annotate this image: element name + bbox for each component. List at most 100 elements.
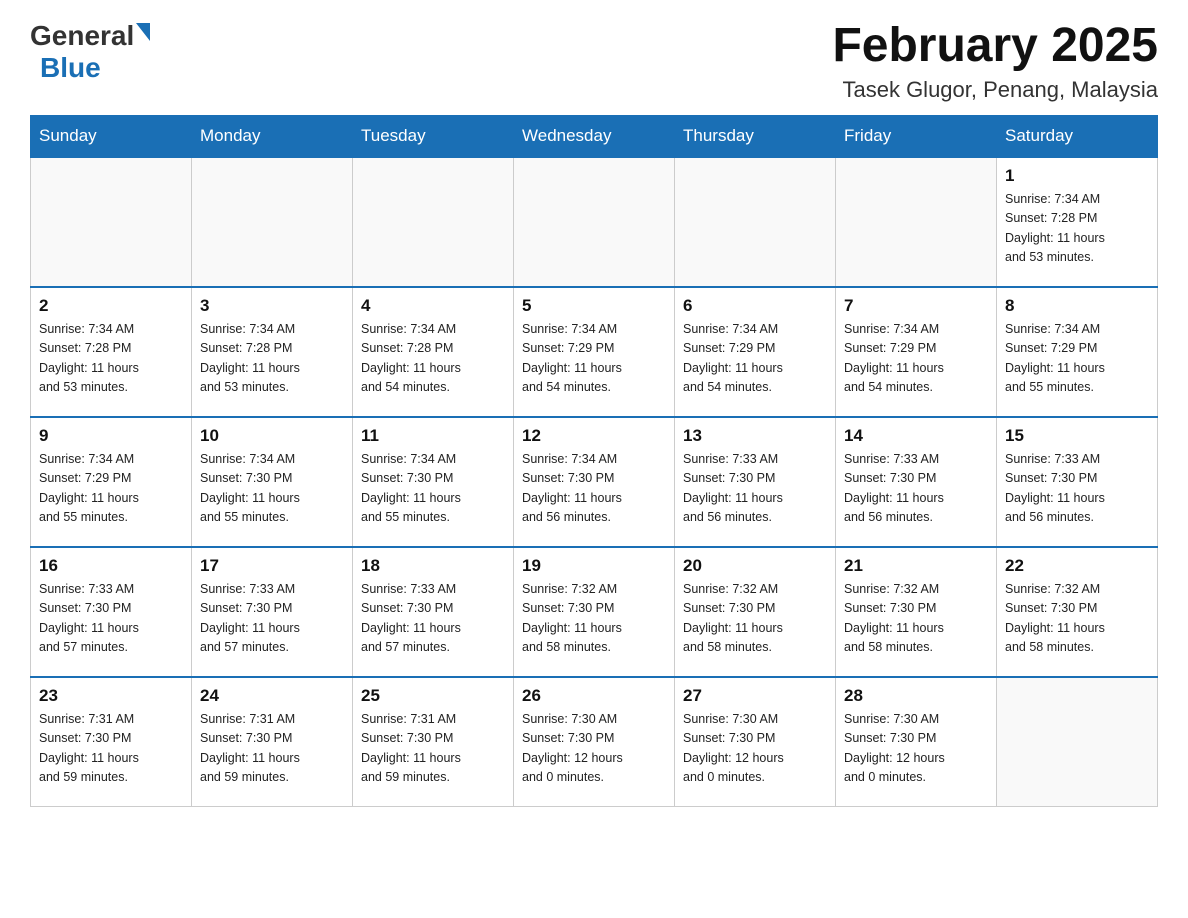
calendar-cell: 15 Sunrise: 7:33 AMSunset: 7:30 PMDayligh… [997,417,1158,547]
calendar-cell: 19 Sunrise: 7:32 AMSunset: 7:30 PMDayligh… [514,547,675,677]
calendar-cell: 11 Sunrise: 7:34 AMSunset: 7:30 PMDayligh… [353,417,514,547]
day-info: Sunrise: 7:34 AMSunset: 7:30 PMDaylight:… [361,450,505,528]
calendar-week-row: 9Sunrise: 7:34 AMSunset: 7:29 PMDaylight… [31,417,1158,547]
weekday-header: Wednesday [514,115,675,157]
logo-triangle-icon [136,23,150,41]
day-number: 16 [39,556,183,576]
calendar-week-row: 1 Sunrise: 7:34 AMSunset: 7:28 PMDaylight… [31,157,1158,287]
weekday-header: Tuesday [353,115,514,157]
calendar-week-row: 2 Sunrise: 7:34 AMSunset: 7:28 PMDaylight… [31,287,1158,417]
day-number: 7 [844,296,988,316]
logo-general-text: General [30,20,134,52]
day-info: Sunrise: 7:34 AMSunset: 7:28 PMDaylight:… [200,320,344,398]
weekday-header: Friday [836,115,997,157]
calendar-cell [675,157,836,287]
day-info: Sunrise: 7:34 AMSunset: 7:28 PMDaylight:… [1005,190,1149,268]
day-number: 27 [683,686,827,706]
day-info: Sunrise: 7:33 AMSunset: 7:30 PMDaylight:… [361,580,505,658]
day-number: 1 [1005,166,1149,186]
day-info: Sunrise: 7:30 AMSunset: 7:30 PMDaylight:… [522,710,666,788]
day-number: 19 [522,556,666,576]
calendar-title: February 2025 [832,20,1158,73]
calendar-cell: 1 Sunrise: 7:34 AMSunset: 7:28 PMDaylight… [997,157,1158,287]
day-number: 12 [522,426,666,446]
day-number: 15 [1005,426,1149,446]
calendar-cell [192,157,353,287]
day-info: Sunrise: 7:33 AMSunset: 7:30 PMDaylight:… [683,450,827,528]
day-number: 26 [522,686,666,706]
calendar-cell [514,157,675,287]
day-info: Sunrise: 7:31 AMSunset: 7:30 PMDaylight:… [200,710,344,788]
calendar-cell: 7 Sunrise: 7:34 AMSunset: 7:29 PMDaylight… [836,287,997,417]
day-info: Sunrise: 7:30 AMSunset: 7:30 PMDaylight:… [683,710,827,788]
calendar-cell: 17 Sunrise: 7:33 AMSunset: 7:30 PMDayligh… [192,547,353,677]
calendar-cell [353,157,514,287]
day-info: Sunrise: 7:34 AMSunset: 7:29 PMDaylight:… [522,320,666,398]
weekday-header: Sunday [31,115,192,157]
day-info: Sunrise: 7:34 AMSunset: 7:28 PMDaylight:… [361,320,505,398]
day-info: Sunrise: 7:34 AMSunset: 7:30 PMDaylight:… [200,450,344,528]
calendar-cell: 3 Sunrise: 7:34 AMSunset: 7:28 PMDaylight… [192,287,353,417]
calendar-cell: 23Sunrise: 7:31 AMSunset: 7:30 PMDayligh… [31,677,192,807]
calendar-cell: 27 Sunrise: 7:30 AMSunset: 7:30 PMDayligh… [675,677,836,807]
day-number: 28 [844,686,988,706]
day-info: Sunrise: 7:34 AMSunset: 7:28 PMDaylight:… [39,320,183,398]
day-number: 6 [683,296,827,316]
day-number: 10 [200,426,344,446]
day-number: 25 [361,686,505,706]
weekday-header: Thursday [675,115,836,157]
day-info: Sunrise: 7:34 AMSunset: 7:29 PMDaylight:… [683,320,827,398]
calendar-cell: 2 Sunrise: 7:34 AMSunset: 7:28 PMDaylight… [31,287,192,417]
day-number: 13 [683,426,827,446]
day-number: 5 [522,296,666,316]
calendar-week-row: 16 Sunrise: 7:33 AMSunset: 7:30 PMDayligh… [31,547,1158,677]
day-info: Sunrise: 7:31 AMSunset: 7:30 PMDaylight:… [361,710,505,788]
calendar-cell: 14 Sunrise: 7:33 AMSunset: 7:30 PMDayligh… [836,417,997,547]
day-number: 3 [200,296,344,316]
calendar-week-row: 23 Sunrise: 7:31 AMSunset: 7:30 PMDayligh… [31,677,1158,807]
calendar-cell: 6 Sunrise: 7:34 AMSunset: 7:29 PMDaylight… [675,287,836,417]
calendar-cell: 24 Sunrise: 7:31 AMSunset: 7:30 PMDayligh… [192,677,353,807]
day-info: Sunrise: 7:30 AMSunset: 7:30 PMDaylight:… [844,710,988,788]
calendar-cell: 16Sunrise: 7:33 AMSunset: 7:30 PMDayligh… [31,547,192,677]
day-number: 14 [844,426,988,446]
logo: General Blue [30,20,150,84]
calendar-cell: 12 Sunrise: 7:34 AMSunset: 7:30 PMDayligh… [514,417,675,547]
day-info: Sunrise: 7:32 AMSunset: 7:30 PMDaylight:… [683,580,827,658]
calendar-subtitle: Tasek Glugor, Penang, Malaysia [832,77,1158,103]
calendar-cell [997,677,1158,807]
day-number: 21 [844,556,988,576]
day-info: Sunrise: 7:33 AMSunset: 7:30 PMDaylight:… [200,580,344,658]
day-info: Sunrise: 7:32 AMSunset: 7:30 PMDaylight:… [1005,580,1149,658]
day-info: Sunrise: 7:32 AMSunset: 7:30 PMDaylight:… [522,580,666,658]
day-info: Sunrise: 7:34 AMSunset: 7:29 PMDaylight:… [1005,320,1149,398]
calendar-cell: 13 Sunrise: 7:33 AMSunset: 7:30 PMDayligh… [675,417,836,547]
day-number: 20 [683,556,827,576]
logo-blue-text: Blue [40,52,150,84]
weekday-header: Monday [192,115,353,157]
day-number: 23 [39,686,183,706]
calendar-cell [31,157,192,287]
day-number: 9 [39,426,183,446]
day-number: 2 [39,296,183,316]
day-number: 8 [1005,296,1149,316]
day-info: Sunrise: 7:33 AMSunset: 7:30 PMDaylight:… [844,450,988,528]
calendar-cell: 18 Sunrise: 7:33 AMSunset: 7:30 PMDayligh… [353,547,514,677]
weekday-header: Saturday [997,115,1158,157]
calendar-cell: 8 Sunrise: 7:34 AMSunset: 7:29 PMDaylight… [997,287,1158,417]
day-info: Sunrise: 7:34 AMSunset: 7:30 PMDaylight:… [522,450,666,528]
title-block: February 2025 Tasek Glugor, Penang, Mala… [832,20,1158,103]
day-number: 24 [200,686,344,706]
calendar-header-row: SundayMondayTuesdayWednesdayThursdayFrid… [31,115,1158,157]
calendar-cell: 5 Sunrise: 7:34 AMSunset: 7:29 PMDaylight… [514,287,675,417]
calendar-cell: 21Sunrise: 7:32 AMSunset: 7:30 PMDayligh… [836,547,997,677]
calendar-cell: 25 Sunrise: 7:31 AMSunset: 7:30 PMDayligh… [353,677,514,807]
day-number: 11 [361,426,505,446]
day-number: 18 [361,556,505,576]
day-number: 17 [200,556,344,576]
calendar-table: SundayMondayTuesdayWednesdayThursdayFrid… [30,115,1158,808]
calendar-cell: 4 Sunrise: 7:34 AMSunset: 7:28 PMDaylight… [353,287,514,417]
day-number: 4 [361,296,505,316]
day-info: Sunrise: 7:34 AMSunset: 7:29 PMDaylight:… [844,320,988,398]
day-info: Sunrise: 7:33 AMSunset: 7:30 PMDaylight:… [1005,450,1149,528]
